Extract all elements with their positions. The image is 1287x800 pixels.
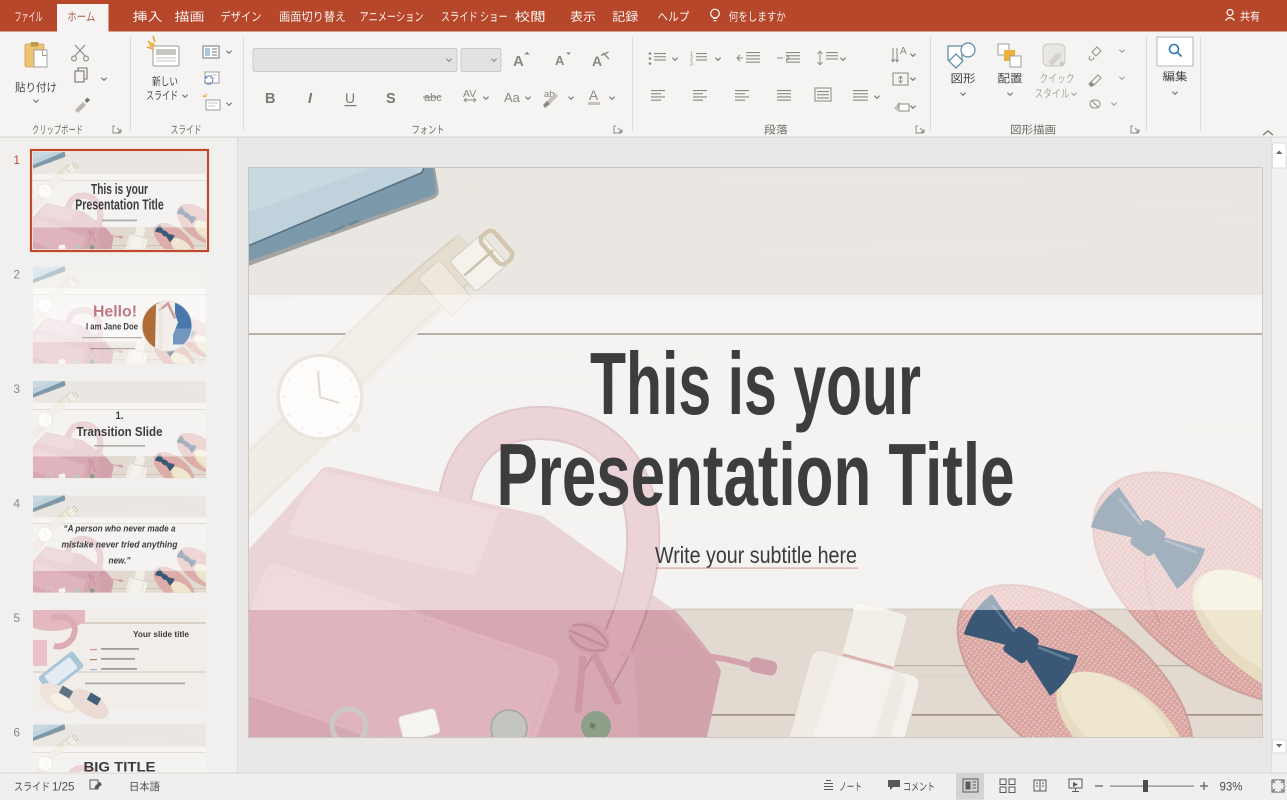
svg-text:4: 4	[13, 497, 20, 511]
svg-text:B: B	[265, 91, 275, 107]
svg-text:Hello!: Hello!	[93, 304, 137, 321]
svg-text:Transition Slide: Transition Slide	[77, 424, 163, 439]
svg-text:“A person who never made a: “A person who never made a	[64, 524, 176, 534]
svg-text:3: 3	[690, 62, 693, 68]
svg-text:3: 3	[13, 382, 20, 396]
svg-text:6: 6	[13, 726, 20, 740]
svg-text:Aa: Aa	[504, 90, 521, 105]
svg-text:mistake never tried anything: mistake never tried anything	[62, 540, 179, 550]
svg-text:1.: 1.	[116, 410, 124, 422]
svg-text:This is your: This is your	[91, 181, 148, 198]
svg-text:S: S	[386, 91, 396, 107]
svg-text:I am Jane Doe: I am Jane Doe	[86, 322, 138, 332]
svg-text:Your slide title: Your slide title	[133, 629, 189, 639]
svg-text:93%: 93%	[1219, 782, 1242, 794]
svg-text:1: 1	[13, 153, 20, 167]
svg-text:abc: abc	[424, 92, 442, 104]
svg-text:A: A	[555, 53, 565, 68]
svg-text:Write your subtitle here: Write your subtitle here	[655, 542, 857, 568]
svg-text:A: A	[900, 46, 907, 57]
svg-text:A: A	[592, 53, 602, 69]
svg-text:1/25: 1/25	[52, 782, 74, 794]
svg-text:Presentation Title: Presentation Title	[497, 425, 1015, 524]
svg-text:new.”: new.”	[109, 556, 132, 566]
svg-text:2: 2	[13, 268, 20, 282]
svg-text:A: A	[513, 53, 524, 70]
svg-text:A: A	[589, 88, 598, 103]
svg-text:Presentation Title: Presentation Title	[75, 197, 164, 214]
svg-text:U: U	[345, 90, 355, 106]
svg-text:5: 5	[13, 611, 20, 625]
svg-text:This is your: This is your	[590, 334, 921, 433]
